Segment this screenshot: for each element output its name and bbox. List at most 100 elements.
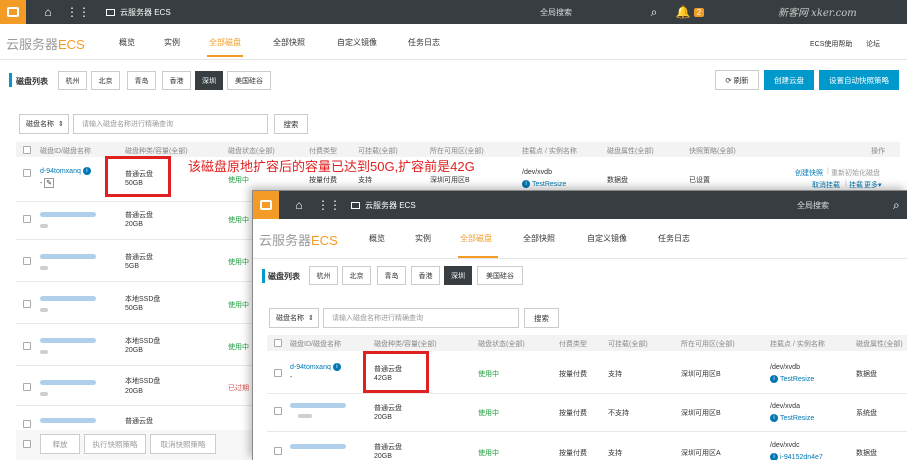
disk-id-link[interactable]: d-94tomxanq i xyxy=(290,363,341,371)
home-icon[interactable]: ⌂ xyxy=(285,191,313,219)
tab-task-log[interactable]: 任务日志 xyxy=(408,37,440,48)
region-beijing[interactable]: 北京 xyxy=(342,266,371,285)
forum-link[interactable]: 论坛 xyxy=(866,39,880,49)
region-hangzhou[interactable]: 杭州 xyxy=(58,71,87,90)
unmount-link[interactable]: 取消挂载 xyxy=(812,180,840,190)
instance-link[interactable]: i i-94152dn4e7 xyxy=(770,453,823,460)
server-icon xyxy=(106,8,115,16)
create-disk-button[interactable]: 创建云盘 xyxy=(764,70,814,90)
col-disk-type[interactable]: 磁盘种类/容量(全部) xyxy=(374,339,437,349)
tab-all-disks[interactable]: 全部磁盘 xyxy=(460,233,492,244)
row-checkbox[interactable] xyxy=(274,407,282,415)
row-checkbox[interactable] xyxy=(23,383,31,391)
search-button[interactable]: 搜索 xyxy=(274,114,308,134)
region-hongkong[interactable]: 香港 xyxy=(411,266,440,285)
col-disk-status[interactable]: 磁盘状态(全部) xyxy=(228,146,275,156)
region-shenzhen[interactable]: 深圳 xyxy=(195,71,223,90)
row-checkbox[interactable] xyxy=(274,447,282,455)
col-mountable[interactable]: 可挂载(全部) xyxy=(358,146,398,156)
region-qingdao[interactable]: 青岛 xyxy=(127,71,156,90)
row-checkbox[interactable] xyxy=(23,215,31,223)
instance-link[interactable]: i TestResize xyxy=(770,414,814,422)
tab-custom-images[interactable]: 自定义镜像 xyxy=(587,233,627,244)
refresh-button[interactable]: ⟳ 刷新 xyxy=(715,70,759,90)
info-icon: i xyxy=(770,414,778,422)
edit-icon[interactable]: ✎ xyxy=(44,178,55,188)
disk-type: 普通云盘 xyxy=(125,254,153,261)
execute-snapshot-policy-button[interactable]: 执行快照策略 xyxy=(84,434,146,454)
zone: 深圳可用区B xyxy=(430,177,470,184)
tab-overview[interactable]: 概览 xyxy=(369,233,385,244)
col-zone[interactable]: 所在可用区(全部) xyxy=(430,146,484,156)
tab-overview[interactable]: 概览 xyxy=(119,37,135,48)
grid-icon[interactable]: ⋮⋮ xyxy=(315,191,343,219)
region-qingdao[interactable]: 青岛 xyxy=(377,266,406,285)
more-link[interactable]: 更多▾ xyxy=(864,180,882,190)
region-hangzhou[interactable]: 杭州 xyxy=(309,266,338,285)
tab-task-log[interactable]: 任务日志 xyxy=(658,233,690,244)
redacted-disk-id xyxy=(40,338,96,343)
col-disk-status[interactable]: 磁盘状态(全部) xyxy=(478,339,525,349)
disk-size: 50GB xyxy=(125,305,143,312)
pay-type: 按量付费 xyxy=(559,371,587,378)
global-search[interactable]: 全局搜索 xyxy=(797,191,829,219)
col-zone[interactable]: 所在可用区(全部) xyxy=(681,339,735,349)
region-shenzhen[interactable]: 深圳 xyxy=(444,266,472,285)
disk-attr: 系统盘 xyxy=(856,410,877,417)
disk-list-label: 磁盘列表 xyxy=(16,77,48,86)
ecs-help-link[interactable]: ECS使用帮助 xyxy=(810,39,852,49)
region-beijing[interactable]: 北京 xyxy=(91,71,120,90)
notification-bell[interactable]: 🔔 2 xyxy=(670,0,710,24)
col-mountable[interactable]: 可挂载(全部) xyxy=(608,339,648,349)
disk-status: 使用中 xyxy=(228,217,249,224)
tab-all-snapshots[interactable]: 全部快照 xyxy=(273,37,305,48)
col-disk-attr[interactable]: 磁盘属性(全部) xyxy=(607,146,654,156)
col-disk-attr[interactable]: 磁盘属性(全部) xyxy=(856,339,903,349)
refresh-icon: ⟳ xyxy=(725,75,734,85)
col-snapshot-policy[interactable]: 快照策略(全部) xyxy=(689,146,736,156)
col-disk-type[interactable]: 磁盘种类/容量(全部) xyxy=(125,146,188,156)
row-checkbox[interactable] xyxy=(274,369,282,377)
search-icon[interactable]: ⌕ xyxy=(640,0,668,24)
watermark: 新客网 xker.com xyxy=(778,8,857,19)
cancel-snapshot-policy-button[interactable]: 取消快照策略 xyxy=(150,434,216,454)
release-button[interactable]: 释放 xyxy=(40,434,80,454)
tab-all-disks[interactable]: 全部磁盘 xyxy=(207,37,243,57)
row-checkbox[interactable] xyxy=(23,342,31,350)
filter-select[interactable]: 磁盘名称 ⇕ xyxy=(269,308,319,328)
bottom-select-all-checkbox[interactable] xyxy=(23,440,31,448)
region-us-silicon-valley[interactable]: 美国硅谷 xyxy=(227,71,271,90)
auto-snapshot-policy-button[interactable]: 设置自动快照策略 xyxy=(819,70,899,90)
brand-title: 云服务器ECS xyxy=(259,233,338,248)
disk-name: - xyxy=(290,374,293,381)
tab-instances[interactable]: 实例 xyxy=(415,233,431,244)
home-icon[interactable]: ⌂ xyxy=(34,0,62,24)
instance-link[interactable]: i TestResize xyxy=(770,375,814,383)
row-checkbox[interactable] xyxy=(23,300,31,308)
tab-custom-images[interactable]: 自定义镜像 xyxy=(337,37,377,48)
filter-select[interactable]: 磁盘名称 ⇕ xyxy=(19,114,69,134)
region-hongkong[interactable]: 香港 xyxy=(162,71,191,90)
aliyun-logo[interactable] xyxy=(0,0,26,24)
search-button[interactable]: 搜索 xyxy=(524,308,559,328)
select-all-checkbox[interactable] xyxy=(274,339,282,347)
row-checkbox[interactable] xyxy=(23,257,31,265)
disk-id-link[interactable]: d-94tomxanq i xyxy=(40,167,91,175)
disk-status: 使用中 xyxy=(478,410,499,417)
select-all-checkbox[interactable] xyxy=(23,146,31,154)
aliyun-logo[interactable] xyxy=(253,191,279,219)
row-checkbox[interactable] xyxy=(23,420,31,428)
tab-instances[interactable]: 实例 xyxy=(164,37,180,48)
product-menu[interactable]: 云服务器 ECS xyxy=(98,0,179,24)
region-us-silicon-valley[interactable]: 美国硅谷 xyxy=(477,266,523,285)
grid-icon[interactable]: ⋮⋮ xyxy=(64,0,92,24)
search-icon[interactable]: ⌕ xyxy=(893,191,900,219)
product-menu[interactable]: 云服务器 ECS xyxy=(351,191,416,219)
disk-name-search-input[interactable]: 请输入磁盘名称进行精确查询 xyxy=(73,114,268,134)
tab-all-snapshots[interactable]: 全部快照 xyxy=(523,233,555,244)
reinit-disk-link[interactable]: 重新初始化磁盘 xyxy=(831,168,880,178)
create-snapshot-link[interactable]: 创建快照 xyxy=(795,168,823,178)
instance-link[interactable]: i TestResize xyxy=(522,180,566,188)
disk-name-search-input[interactable]: 请输入磁盘名称进行精确查询 xyxy=(323,308,519,328)
row-checkbox[interactable] xyxy=(23,169,31,177)
